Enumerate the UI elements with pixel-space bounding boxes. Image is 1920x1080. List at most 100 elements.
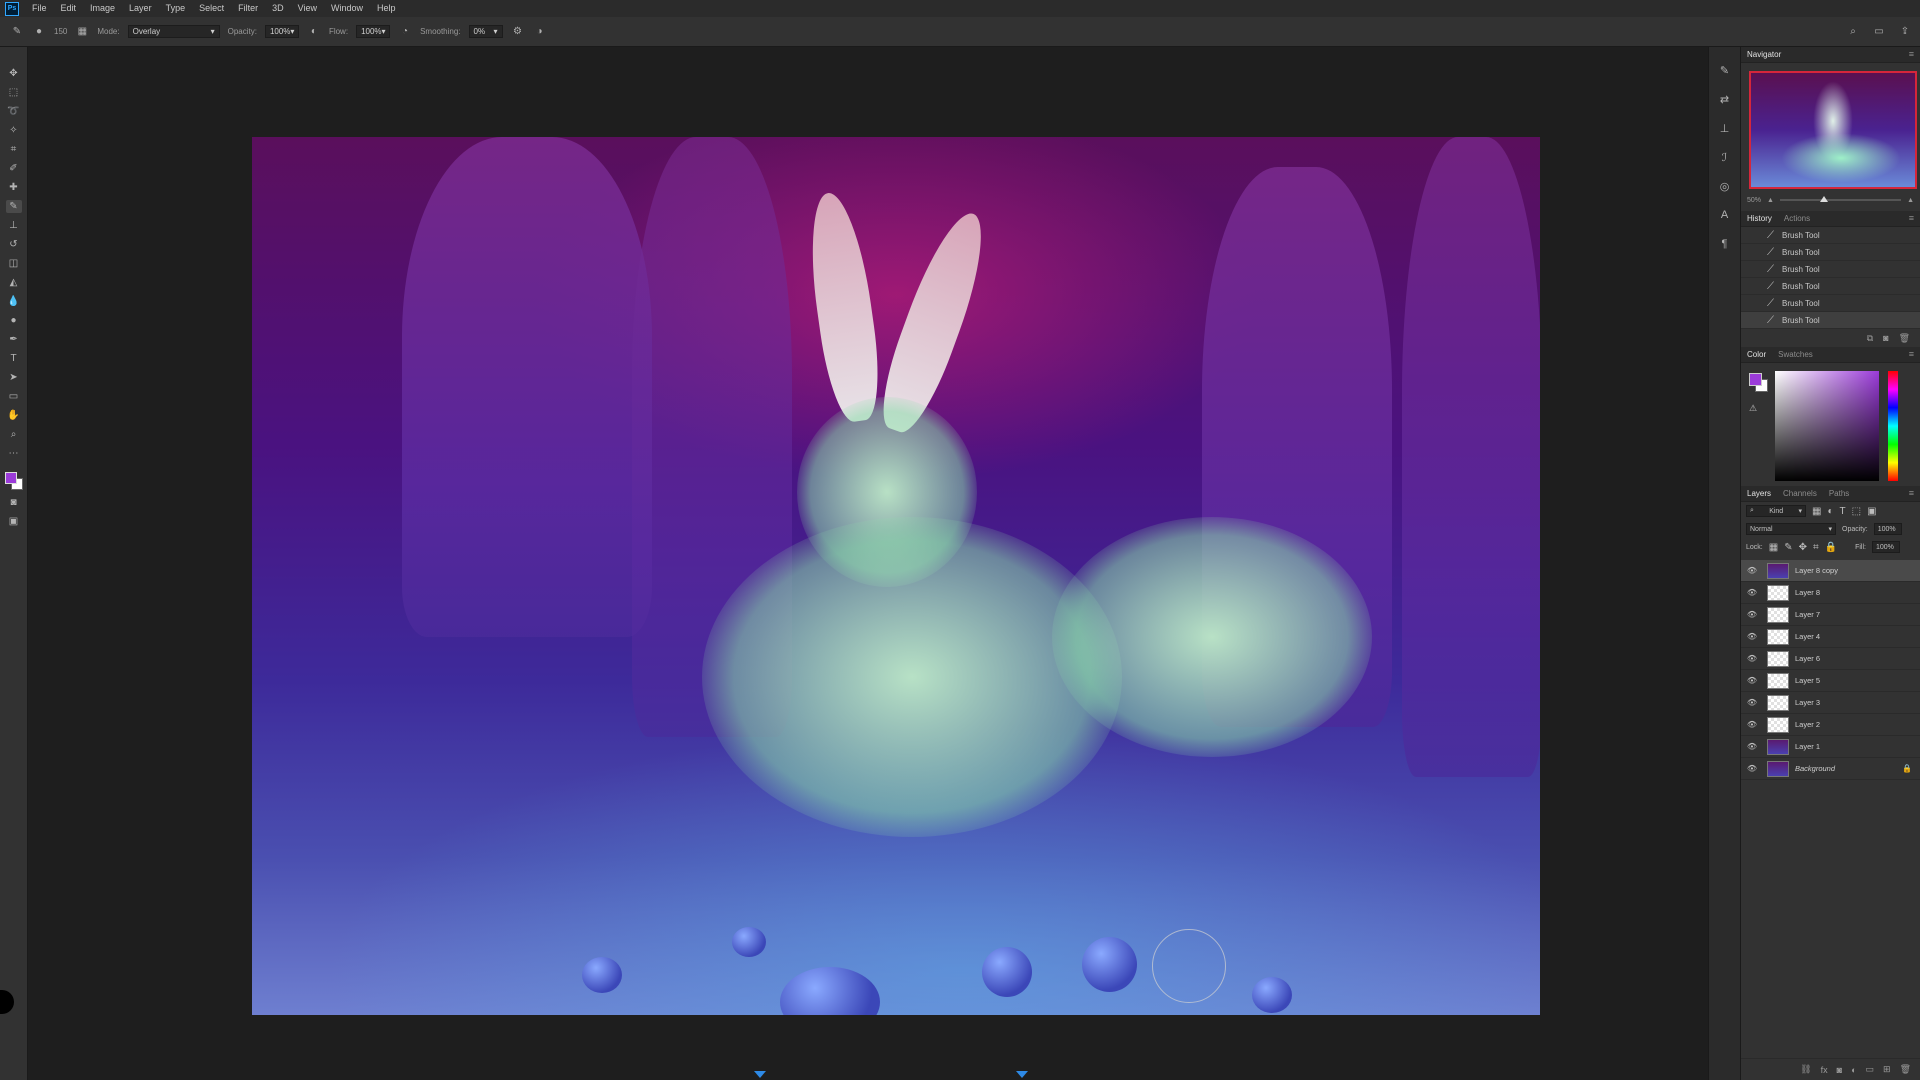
- hue-slider[interactable]: [1888, 371, 1898, 481]
- eye-icon[interactable]: 👁: [1741, 588, 1763, 597]
- layer-name[interactable]: Layer 3: [1795, 698, 1920, 707]
- quick-mask-icon[interactable]: ◙: [6, 496, 22, 509]
- lasso-tool-icon[interactable]: ➰: [6, 105, 22, 118]
- history-item[interactable]: ⟋ Brush Tool: [1741, 261, 1920, 278]
- tab-layers[interactable]: Layers: [1747, 489, 1771, 498]
- filter-type-icon[interactable]: T: [1840, 506, 1846, 517]
- layer-opacity-input[interactable]: 100%: [1873, 523, 1902, 535]
- menu-select[interactable]: Select: [192, 0, 231, 17]
- paint-bucket-tool-icon[interactable]: ◭: [6, 276, 22, 289]
- layer-name[interactable]: Layer 6: [1795, 654, 1920, 663]
- gamut-warning-icon[interactable]: ⚠: [1749, 403, 1757, 414]
- history-brush-tool-icon[interactable]: ↺: [6, 238, 22, 251]
- screen-mode-icon[interactable]: ▣: [6, 515, 22, 528]
- layer-name[interactable]: Layer 7: [1795, 610, 1920, 619]
- clone-source-panel-icon[interactable]: ⊥: [1716, 119, 1734, 137]
- new-document-from-state-icon[interactable]: ⧉: [1867, 333, 1873, 344]
- eye-icon[interactable]: 👁: [1741, 742, 1763, 751]
- layer-name[interactable]: Background: [1795, 764, 1902, 773]
- eye-icon[interactable]: 👁: [1741, 632, 1763, 641]
- tab-channels[interactable]: Channels: [1783, 489, 1817, 498]
- eyedropper-tool-icon[interactable]: ✐: [6, 162, 22, 175]
- layer-name[interactable]: Layer 8: [1795, 588, 1920, 597]
- lock-transparency-icon[interactable]: ▦: [1769, 542, 1778, 553]
- path-selection-tool-icon[interactable]: ➤: [6, 371, 22, 384]
- adjustment-layer-icon[interactable]: ◐: [1851, 1065, 1856, 1075]
- tab-history[interactable]: History: [1747, 214, 1772, 223]
- eye-icon[interactable]: 👁: [1741, 676, 1763, 685]
- panel-menu-icon[interactable]: ≡: [1909, 213, 1914, 223]
- move-tool-icon[interactable]: ✥: [6, 67, 22, 80]
- brush-settings-icon[interactable]: ▦: [75, 25, 89, 39]
- menu-window[interactable]: Window: [324, 0, 370, 17]
- lock-artboard-icon[interactable]: ⌗: [1813, 542, 1819, 553]
- workspace-icon[interactable]: ▭: [1872, 24, 1886, 38]
- history-item[interactable]: ⟋ Brush Tool: [1741, 227, 1920, 244]
- slider-knob[interactable]: [1819, 196, 1828, 202]
- eye-icon[interactable]: 👁: [1741, 720, 1763, 729]
- eye-icon[interactable]: 👁: [1741, 698, 1763, 707]
- more-tools-icon[interactable]: ⋯: [6, 447, 22, 460]
- zoom-in-icon[interactable]: ▲: [1907, 197, 1914, 204]
- layer-name[interactable]: Layer 5: [1795, 676, 1920, 685]
- filter-adjustment-icon[interactable]: ◐: [1827, 506, 1833, 517]
- lock-image-icon[interactable]: ✎: [1784, 542, 1792, 553]
- layer-row[interactable]: 👁 Layer 8 copy: [1741, 560, 1920, 582]
- snapshot-icon[interactable]: ◙: [1883, 333, 1888, 343]
- lock-all-icon[interactable]: 🔒: [1825, 542, 1837, 553]
- lock-position-icon[interactable]: ✥: [1799, 542, 1807, 553]
- eraser-tool-icon[interactable]: ◫: [6, 257, 22, 270]
- rectangle-tool-icon[interactable]: ▭: [6, 390, 22, 403]
- hand-tool-icon[interactable]: ✋: [6, 409, 22, 422]
- layer-style-icon[interactable]: fx: [1821, 1065, 1828, 1075]
- add-mask-icon[interactable]: ◙: [1837, 1065, 1842, 1075]
- airbrush-icon[interactable]: ◔: [398, 25, 412, 39]
- crop-tool-icon[interactable]: ⌗: [6, 143, 22, 156]
- eye-icon[interactable]: 👁: [1741, 654, 1763, 663]
- new-group-icon[interactable]: ▭: [1866, 1064, 1875, 1075]
- history-item-selected[interactable]: ⟋ Brush Tool: [1741, 312, 1920, 329]
- panel-menu-icon[interactable]: ≡: [1909, 488, 1914, 498]
- adjustments-panel-icon[interactable]: ⇄: [1716, 90, 1734, 108]
- blend-mode-select[interactable]: Normal ▾: [1746, 523, 1836, 535]
- type-tool-icon[interactable]: T: [6, 352, 22, 365]
- character-panel-icon[interactable]: A: [1716, 206, 1734, 224]
- layer-row[interactable]: 👁 Layer 6: [1741, 648, 1920, 670]
- tab-swatches[interactable]: Swatches: [1778, 350, 1813, 359]
- layer-row[interactable]: 👁 Layer 8: [1741, 582, 1920, 604]
- menu-type[interactable]: Type: [159, 0, 193, 17]
- layer-name[interactable]: Layer 1: [1795, 742, 1920, 751]
- canvas-area[interactable]: [28, 47, 1708, 1080]
- foreground-color-swatch[interactable]: [4, 472, 17, 484]
- search-icon[interactable]: ⌕: [1846, 24, 1860, 38]
- document-canvas[interactable]: [252, 137, 1540, 1015]
- eye-icon[interactable]: 👁: [1741, 610, 1763, 619]
- menu-edit[interactable]: Edit: [54, 0, 84, 17]
- navigator-thumbnail[interactable]: [1749, 71, 1917, 189]
- healing-brush-tool-icon[interactable]: ✚: [6, 181, 22, 194]
- magic-wand-tool-icon[interactable]: ✧: [6, 124, 22, 137]
- zoom-tool-icon[interactable]: ⌕: [6, 428, 22, 441]
- paragraph-panel-icon[interactable]: ¶: [1716, 235, 1734, 253]
- link-layers-icon[interactable]: ⛓: [1800, 1064, 1811, 1075]
- menu-help[interactable]: Help: [370, 0, 403, 17]
- panel-menu-icon[interactable]: ≡: [1909, 349, 1914, 359]
- brushes-panel-icon[interactable]: ℐ: [1716, 148, 1734, 166]
- layer-row[interactable]: 👁 Layer 1: [1741, 736, 1920, 758]
- gear-icon[interactable]: ⚙: [511, 25, 525, 39]
- color-field[interactable]: [1775, 371, 1879, 481]
- layer-name[interactable]: Layer 2: [1795, 720, 1920, 729]
- panel-menu-icon[interactable]: ≡: [1909, 49, 1914, 59]
- menu-view[interactable]: View: [291, 0, 324, 17]
- properties-panel-icon[interactable]: ◎: [1716, 177, 1734, 195]
- menu-3d[interactable]: 3D: [265, 0, 291, 17]
- brush-preset-icon[interactable]: ●: [32, 25, 46, 39]
- layer-name[interactable]: Layer 4: [1795, 632, 1920, 641]
- menu-layer[interactable]: Layer: [122, 0, 159, 17]
- history-item[interactable]: ⟋ Brush Tool: [1741, 278, 1920, 295]
- stamp-tool-icon[interactable]: ⊥: [6, 219, 22, 232]
- trash-icon[interactable]: 🗑: [1900, 1064, 1911, 1075]
- tab-paths[interactable]: Paths: [1829, 489, 1849, 498]
- filter-pixel-icon[interactable]: ▦: [1812, 506, 1821, 517]
- layer-row[interactable]: 👁 Layer 4: [1741, 626, 1920, 648]
